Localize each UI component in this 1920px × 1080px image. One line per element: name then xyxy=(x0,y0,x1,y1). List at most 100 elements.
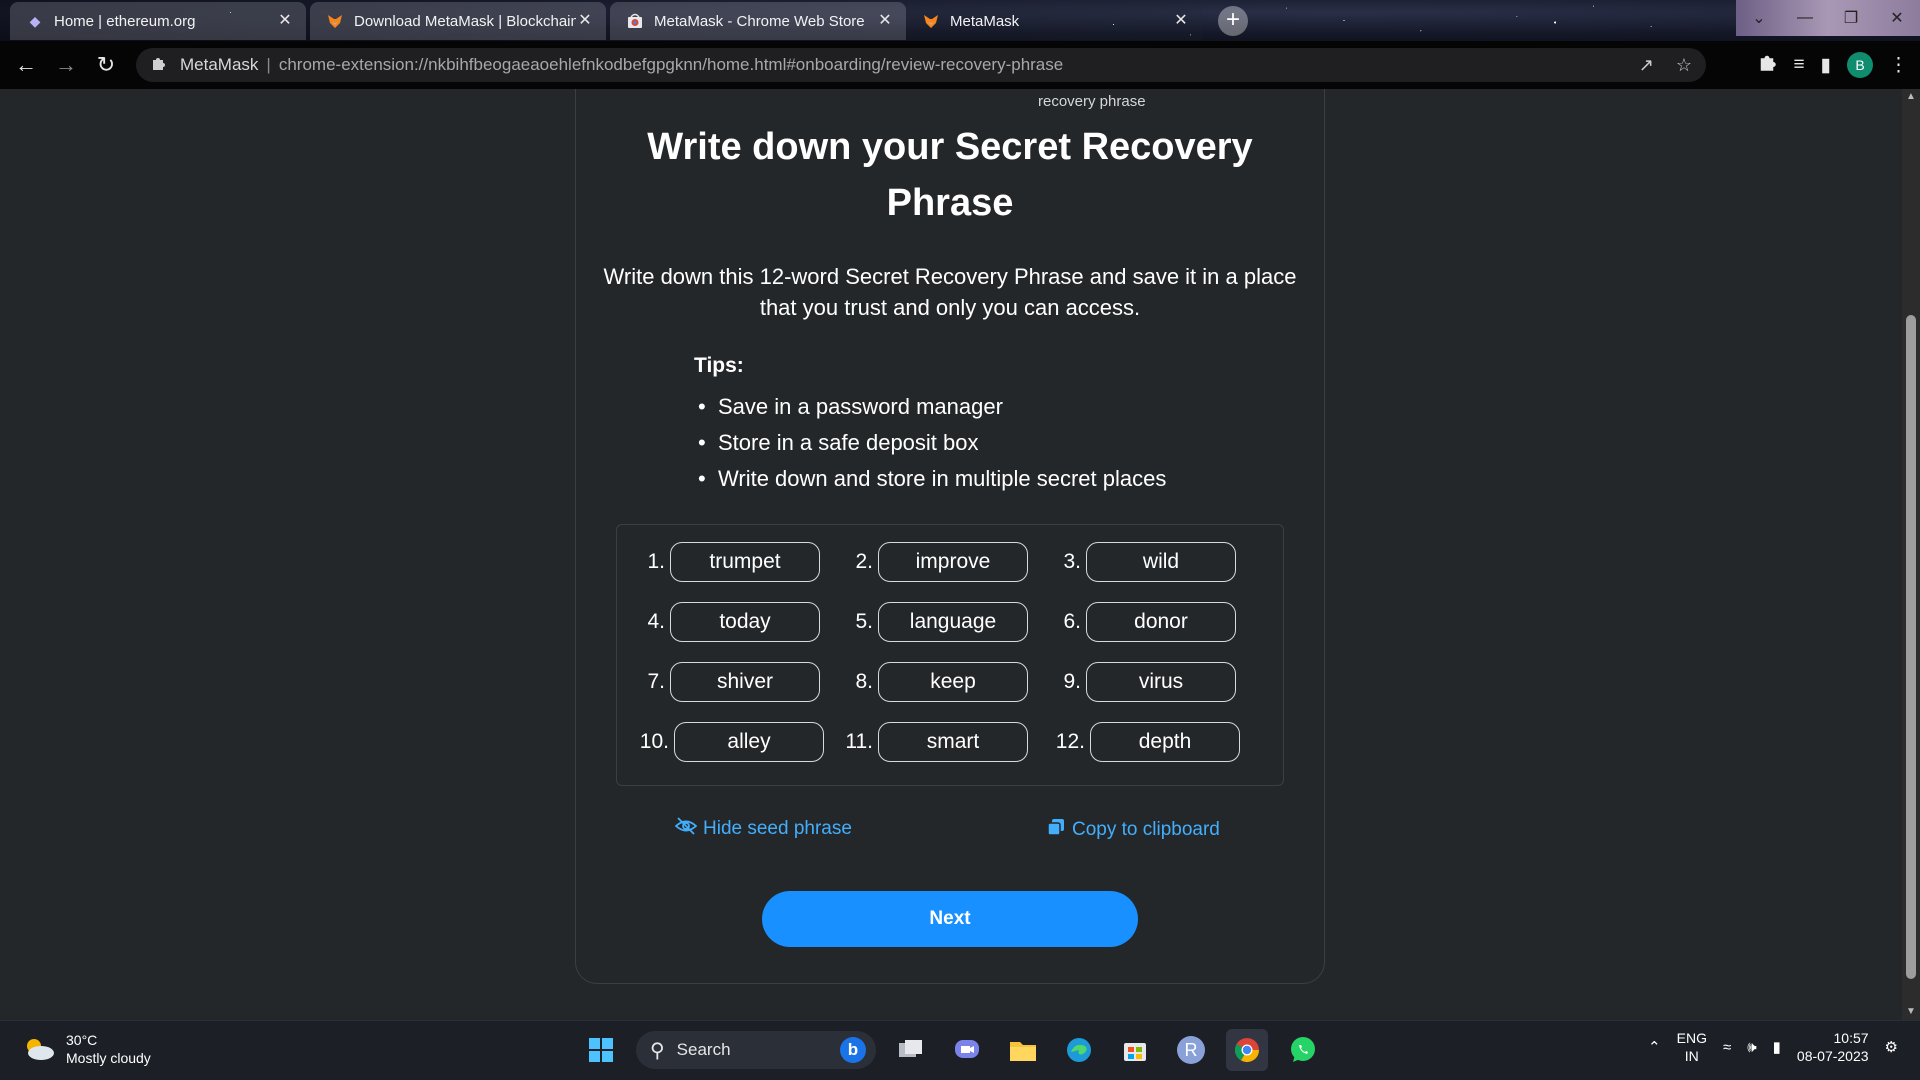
menu-icon[interactable]: ⋮ xyxy=(1889,54,1908,77)
word-chip: language xyxy=(878,602,1028,642)
omnibox-site-name: MetaMask xyxy=(180,55,259,74)
battery-icon[interactable]: ▮ xyxy=(1773,1038,1781,1056)
taskbar-search-box[interactable]: ⚲ Search b xyxy=(636,1031,876,1069)
extensions-icon[interactable] xyxy=(1757,52,1777,78)
back-icon[interactable]: ← xyxy=(6,45,46,85)
eye-slash-icon xyxy=(674,817,698,841)
window-controls: ⌄ — ❐ ✕ xyxy=(1736,0,1920,36)
share-icon[interactable]: ↗ xyxy=(1639,55,1654,76)
tab-title: Download MetaMask | Blockchain xyxy=(354,12,576,30)
word-chip: trumpet xyxy=(670,542,820,582)
r-app-icon[interactable]: R xyxy=(1170,1029,1212,1071)
clock-time: 10:57 xyxy=(1833,1030,1869,1046)
whatsapp-icon[interactable] xyxy=(1282,1029,1324,1071)
tab-download-metamask[interactable]: Download MetaMask | Blockchain ✕ xyxy=(310,2,606,40)
system-tray: ⌃ ENG IN ≈ 🕪 ▮ 10:57 08-07-2023 ⚙ xyxy=(1648,1029,1898,1065)
omnibox-url[interactable]: chrome-extension://nkbihfbeogaeaoehlefnk… xyxy=(279,55,1063,75)
metamask-fox-icon xyxy=(326,12,344,30)
word-number: 2. xyxy=(855,550,873,573)
tab-title: MetaMask xyxy=(950,12,1020,30)
tab-strip: ◆ Home | ethereum.org ✕ Download MetaMas… xyxy=(0,0,1920,41)
tab-close-icon[interactable]: ✕ xyxy=(1172,12,1190,30)
scroll-up-arrow-icon[interactable]: ▲ xyxy=(1902,89,1920,105)
restore-icon[interactable]: ❐ xyxy=(1828,0,1874,36)
address-bar[interactable]: MetaMask | chrome-extension://nkbihfbeog… xyxy=(136,48,1706,82)
bing-icon: b xyxy=(840,1037,866,1063)
phrase-word-2: 2. improve xyxy=(835,542,1028,582)
tab-close-icon[interactable]: ✕ xyxy=(876,12,894,30)
word-chip: donor xyxy=(1086,602,1236,642)
page-subtitle: Write down this 12-word Secret Recovery … xyxy=(603,264,1297,320)
teams-chat-icon[interactable] xyxy=(946,1029,988,1071)
phrase-word-9: 9. virus xyxy=(1043,662,1236,702)
phrase-word-10: 10. alley xyxy=(631,722,824,762)
bookmark-star-icon[interactable]: ☆ xyxy=(1676,55,1692,76)
tip-item: Store in a safe deposit box xyxy=(698,425,1166,461)
hide-seed-phrase-button[interactable]: Hide seed phrase xyxy=(674,817,852,841)
weather-widget[interactable]: 30°C Mostly cloudy xyxy=(22,1031,151,1067)
scroll-down-arrow-icon[interactable]: ▼ xyxy=(1902,1004,1920,1020)
edge-browser-icon[interactable] xyxy=(1058,1029,1100,1071)
copy-to-clipboard-button[interactable]: Copy to clipboard xyxy=(1046,817,1220,843)
language-code: ENG xyxy=(1676,1030,1707,1046)
word-number: 6. xyxy=(1063,610,1081,633)
word-number: 8. xyxy=(855,670,873,693)
tab-title: MetaMask - Chrome Web Store xyxy=(654,12,865,30)
new-tab-button[interactable]: + xyxy=(1218,6,1248,36)
word-chip: virus xyxy=(1086,662,1236,702)
word-number: 12. xyxy=(1055,730,1085,753)
phrase-word-1: 1. trumpet xyxy=(627,542,820,582)
weather-temperature: 30°C xyxy=(66,1032,98,1048)
phrase-word-5: 5. language xyxy=(835,602,1028,642)
tab-chrome-web-store[interactable]: MetaMask - Chrome Web Store ✕ xyxy=(610,2,906,40)
system-clock[interactable]: 10:57 08-07-2023 xyxy=(1797,1029,1869,1065)
side-panel-icon[interactable]: ▮ xyxy=(1821,54,1831,77)
search-icon: ⚲ xyxy=(650,1039,665,1062)
chrome-icon[interactable] xyxy=(1226,1029,1268,1071)
show-hidden-icons-icon[interactable]: ⌃ xyxy=(1648,1038,1661,1056)
windows-taskbar: 30°C Mostly cloudy ⚲ Search b R ⌃ ENG IN… xyxy=(0,1020,1920,1080)
word-chip: today xyxy=(670,602,820,642)
profile-avatar[interactable]: B xyxy=(1847,52,1873,78)
word-number: 4. xyxy=(647,610,665,633)
media-control-icon[interactable]: ≡ xyxy=(1793,54,1804,76)
notifications-icon[interactable]: ⚙ xyxy=(1885,1038,1898,1056)
minimize-icon[interactable]: — xyxy=(1782,0,1828,36)
taskbar-search-label: Search xyxy=(676,1040,731,1059)
wifi-icon[interactable]: ≈ xyxy=(1723,1039,1731,1056)
task-view-icon[interactable] xyxy=(890,1029,932,1071)
phrase-word-11: 11. smart xyxy=(835,722,1028,762)
extension-puzzle-icon xyxy=(150,55,166,76)
tab-metamask[interactable]: MetaMask ✕ xyxy=(906,2,1202,40)
page-scrollbar[interactable]: ▲ ▼ xyxy=(1902,89,1920,1020)
microsoft-store-icon[interactable] xyxy=(1114,1029,1156,1071)
close-icon[interactable]: ✕ xyxy=(1874,0,1920,36)
forward-icon[interactable]: → xyxy=(46,45,86,85)
chrome-web-store-icon xyxy=(626,12,644,30)
page-content: recovery phrase Write down your Secret R… xyxy=(0,89,1902,1020)
copy-icon xyxy=(1046,817,1066,843)
word-chip: depth xyxy=(1090,722,1240,762)
scroll-thumb[interactable] xyxy=(1906,315,1916,979)
word-chip: keep xyxy=(878,662,1028,702)
file-explorer-icon[interactable] xyxy=(1002,1029,1044,1071)
tab-close-icon[interactable]: ✕ xyxy=(276,12,294,30)
metamask-fox-icon xyxy=(922,12,940,30)
tip-item: Write down and store in multiple secret … xyxy=(698,461,1166,497)
language-indicator[interactable]: ENG IN xyxy=(1677,1029,1707,1065)
reload-icon[interactable]: ↻ xyxy=(86,45,126,85)
word-chip: improve xyxy=(878,542,1028,582)
volume-icon[interactable]: 🕪 xyxy=(1747,1039,1756,1056)
next-button[interactable]: Next xyxy=(762,891,1138,947)
windows-start-icon[interactable] xyxy=(580,1029,622,1071)
language-region: IN xyxy=(1684,1048,1699,1064)
tab-ethereum[interactable]: ◆ Home | ethereum.org ✕ xyxy=(10,2,306,40)
word-number: 1. xyxy=(647,550,665,573)
progress-step-label: recovery phrase xyxy=(1038,93,1146,110)
tab-close-icon[interactable]: ✕ xyxy=(576,12,594,30)
taskbar-apps: ⚲ Search b R xyxy=(580,1029,1324,1071)
tab-search-icon[interactable]: ⌄ xyxy=(1736,0,1782,36)
toolbar-actions: ≡ ▮ B ⋮ xyxy=(1757,52,1908,78)
weather-description: Mostly cloudy xyxy=(66,1050,151,1066)
browser-toolbar: ← → ↻ MetaMask | chrome-extension://nkbi… xyxy=(0,41,1920,89)
